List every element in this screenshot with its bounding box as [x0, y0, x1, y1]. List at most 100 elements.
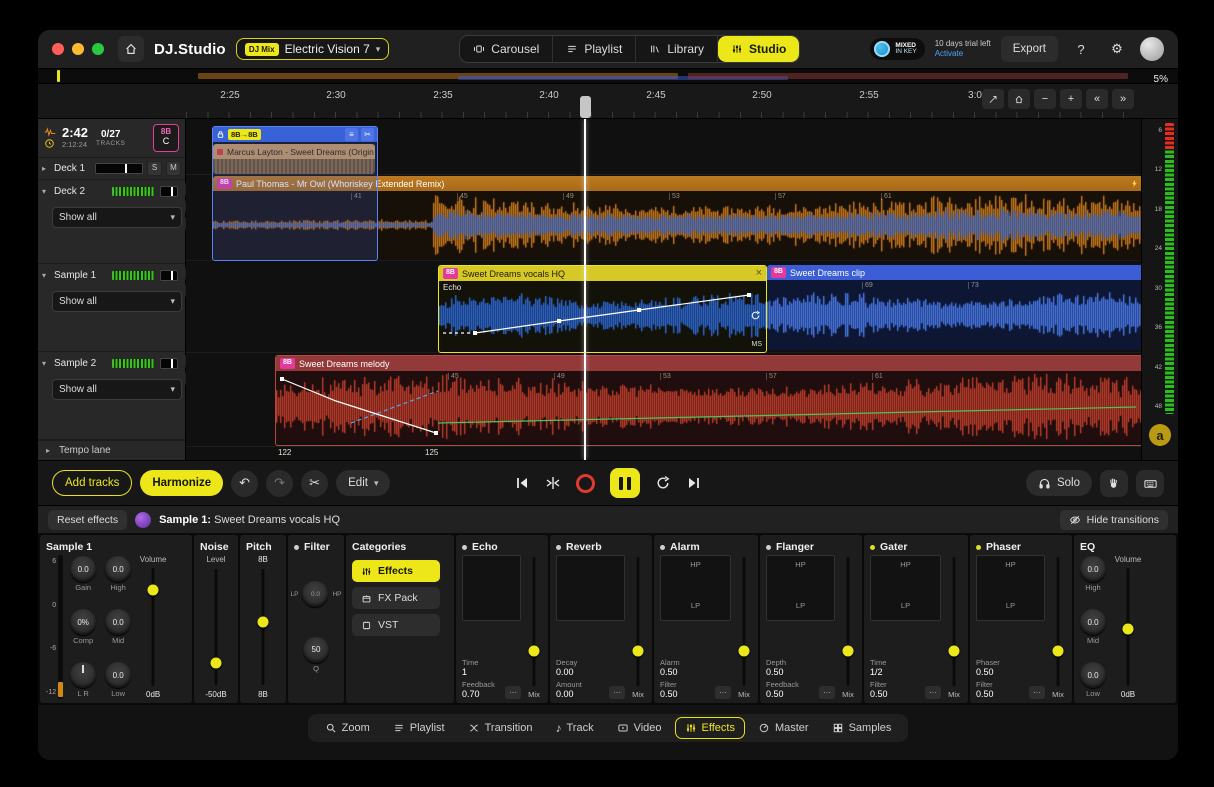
- effect-param[interactable]: Alarm0.50: [660, 658, 731, 677]
- reverb-mix-slider[interactable]: [632, 555, 644, 688]
- gater-mix-slider[interactable]: [948, 555, 960, 688]
- deck1-fader[interactable]: [95, 163, 143, 174]
- eq-mid-knob[interactable]: 0.0: [1080, 609, 1106, 635]
- effect-param[interactable]: Depth0.50: [766, 658, 835, 677]
- home-button[interactable]: [118, 36, 144, 62]
- effect-param[interactable]: Amount0.00: [556, 680, 582, 699]
- timeline-tracks[interactable]: 8B Paul Thomas - Mr Owl (Whoriskey Exten…: [186, 119, 1141, 460]
- deck2-filter-select[interactable]: Show all▾: [52, 207, 182, 228]
- tempo-marker[interactable]: 122: [278, 448, 291, 457]
- clip-sample2-melody[interactable]: 8B Sweet Dreams melody 45 49 53 57 61: [275, 355, 1141, 446]
- record-button[interactable]: [576, 474, 595, 493]
- category-effects-button[interactable]: Effects: [352, 560, 440, 582]
- maximize-window-button[interactable]: [92, 43, 104, 55]
- sample1-fader[interactable]: [160, 270, 178, 281]
- redo-button[interactable]: ↷: [266, 470, 293, 497]
- goto-home-button[interactable]: [1008, 89, 1030, 109]
- mix-overview-minimap[interactable]: [38, 69, 1178, 84]
- bottom-tab-track[interactable]: ♪ Track: [545, 717, 603, 739]
- tab-playlist[interactable]: Playlist: [553, 36, 636, 62]
- effect-param[interactable]: Feedback0.70: [462, 680, 495, 699]
- fit-view-button[interactable]: [982, 89, 1004, 109]
- transition-selection-box[interactable]: 8B→8B ≡ ✂: [212, 126, 378, 261]
- solo-button[interactable]: Solo: [1026, 470, 1092, 496]
- add-tracks-button[interactable]: Add tracks: [52, 470, 132, 496]
- skip-to-start-button[interactable]: [514, 475, 530, 491]
- overview-playhead-marker[interactable]: [57, 70, 60, 82]
- effect-param[interactable]: Time1/2: [870, 658, 941, 677]
- gain-knob[interactable]: 0.0: [70, 556, 96, 582]
- harmonize-button[interactable]: Harmonize: [140, 470, 223, 496]
- close-window-button[interactable]: [52, 43, 64, 55]
- skip-to-end-button[interactable]: [686, 475, 702, 491]
- undo-button[interactable]: ↶: [231, 470, 258, 497]
- comp-knob[interactable]: 0%: [70, 609, 96, 635]
- cut-button[interactable]: ✂: [301, 470, 328, 497]
- effect-param[interactable]: Decay0.00: [556, 658, 625, 677]
- transition-key-badge[interactable]: 8B→8B: [228, 129, 261, 140]
- loop-button[interactable]: [655, 475, 671, 491]
- category-fx-pack-button[interactable]: FX Pack: [352, 587, 440, 609]
- hide-transitions-button[interactable]: Hide transitions: [1060, 510, 1168, 530]
- effect-options-button[interactable]: ···: [715, 686, 731, 699]
- playhead-handle[interactable]: [580, 96, 591, 118]
- sample2-fader[interactable]: [160, 358, 178, 369]
- export-button[interactable]: Export: [1001, 36, 1058, 62]
- zoom-in-button[interactable]: +: [1060, 89, 1082, 109]
- automix-badge[interactable]: a: [1149, 424, 1171, 446]
- effect-curve-display[interactable]: HPLP: [976, 555, 1045, 621]
- transition-cut-button[interactable]: ✂: [361, 128, 374, 141]
- chevron-down-icon[interactable]: ▾: [42, 359, 50, 368]
- lock-icon[interactable]: [216, 130, 225, 139]
- effect-options-button[interactable]: ···: [609, 686, 625, 699]
- sample2-filter-select[interactable]: Show all▾: [52, 379, 182, 400]
- scroll-back-button[interactable]: «: [1086, 89, 1108, 109]
- close-icon[interactable]: ×: [756, 268, 762, 279]
- user-avatar[interactable]: [1140, 37, 1164, 61]
- sample2-automation-lines[interactable]: [276, 371, 1141, 442]
- help-button[interactable]: ?: [1068, 36, 1094, 62]
- bottom-tab-playlist[interactable]: Playlist: [383, 717, 455, 739]
- clip-sample1-vocals[interactable]: 8B Sweet Dreams vocals HQ × Echo MS: [438, 265, 767, 353]
- effect-curve-display[interactable]: HPLP: [660, 555, 731, 621]
- chevron-down-icon[interactable]: ▾: [42, 187, 50, 196]
- bottom-tab-transition[interactable]: Transition: [458, 717, 543, 739]
- bottom-tab-video[interactable]: Video: [607, 717, 672, 739]
- echo-mix-slider[interactable]: [528, 555, 540, 688]
- effect-options-button[interactable]: ···: [819, 686, 835, 699]
- tab-carousel[interactable]: Carousel: [460, 36, 553, 62]
- chevron-down-icon[interactable]: ▾: [42, 271, 50, 280]
- tab-library[interactable]: Library: [636, 36, 718, 62]
- deck1-lane-header[interactable]: ▸ Deck 1 S M: [38, 158, 185, 181]
- clip-sample1-blue[interactable]: 8B Sweet Dreams clip 69 73: [767, 265, 1141, 351]
- filter-q-knob[interactable]: 50: [303, 637, 329, 663]
- effect-param[interactable]: Filter0.50: [870, 680, 888, 699]
- pause-button[interactable]: [610, 468, 640, 498]
- tempo-lane-toggle[interactable]: ▸ Tempo lane: [38, 440, 185, 460]
- bottom-tab-zoom[interactable]: Zoom: [315, 717, 380, 739]
- transition-list-button[interactable]: ≡: [345, 128, 358, 141]
- sample1-filter-select[interactable]: Show all▾: [52, 291, 182, 312]
- effect-options-button[interactable]: ···: [925, 686, 941, 699]
- tab-studio[interactable]: Studio: [718, 36, 799, 62]
- flanger-mix-slider[interactable]: [842, 555, 854, 688]
- mixed-in-key-badge[interactable]: MIXEDIN KEY: [870, 38, 924, 60]
- eq-low-knob[interactable]: 0.0: [1080, 662, 1106, 688]
- phaser-mix-slider[interactable]: [1052, 555, 1064, 688]
- playhead-line[interactable]: [584, 119, 586, 460]
- effect-param[interactable]: Filter0.50: [660, 680, 678, 699]
- effect-param[interactable]: Feedback0.50: [766, 680, 799, 699]
- loop-toggle-icon[interactable]: [750, 310, 761, 321]
- deck1-solo-button[interactable]: S: [147, 161, 162, 176]
- effect-curve-display[interactable]: HPLP: [870, 555, 941, 621]
- current-key-badge[interactable]: 8B C: [153, 124, 179, 152]
- effect-options-button[interactable]: ···: [1029, 686, 1045, 699]
- high-knob[interactable]: 0.0: [105, 556, 131, 582]
- chevron-right-icon[interactable]: ▸: [42, 164, 50, 173]
- effect-param[interactable]: Time1: [462, 658, 521, 677]
- filter-knob[interactable]: 0.0: [302, 581, 328, 607]
- eq-high-knob[interactable]: 0.0: [1080, 556, 1106, 582]
- timeline-ruler[interactable]: 2:25 2:30 2:35 2:40 2:45 2:50 2:55 3:0 −…: [38, 84, 1178, 119]
- noise-level-slider[interactable]: [210, 567, 222, 687]
- sample1-volume-slider[interactable]: [147, 566, 159, 688]
